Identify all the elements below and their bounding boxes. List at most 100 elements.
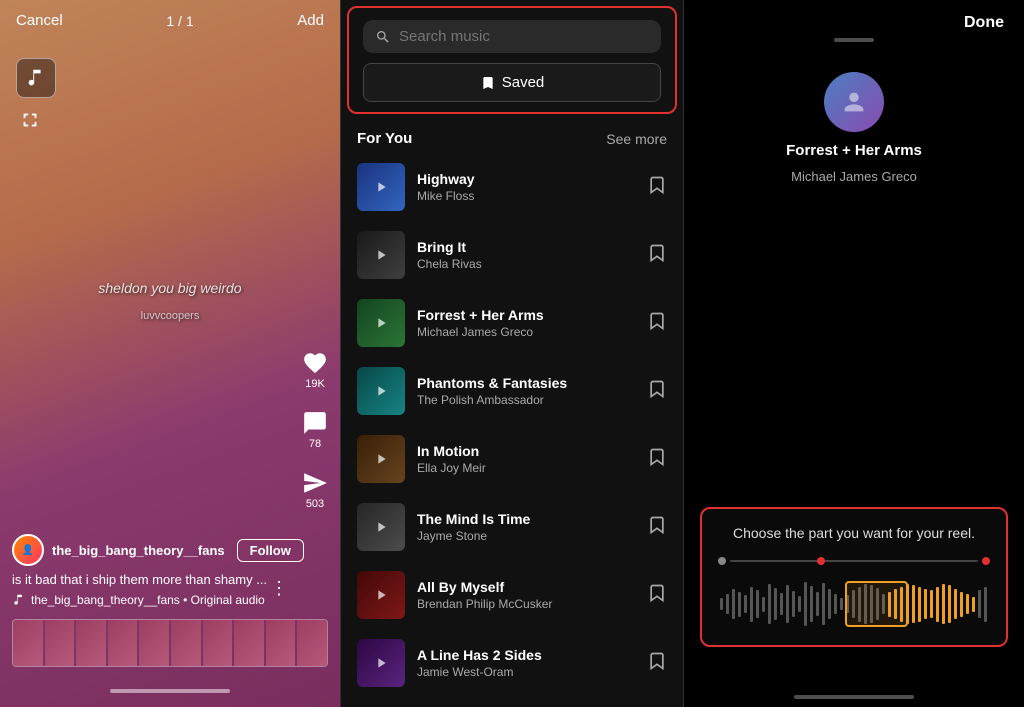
bookmark-outline-icon — [647, 447, 667, 467]
song-title: Bring It — [417, 239, 635, 255]
song-item-6[interactable]: All By Myself Brendan Philip McCusker — [341, 561, 683, 629]
add-button[interactable]: Add — [297, 12, 324, 29]
bookmark-button[interactable] — [647, 583, 667, 608]
caption: is it bad that i ship them more than sha… — [12, 572, 290, 587]
bookmark-button[interactable] — [647, 175, 667, 200]
waveform-bar-18 — [828, 589, 831, 619]
saved-button[interactable]: Saved — [363, 63, 661, 102]
user-row: 👤 the_big_bang_theory__fans Follow — [12, 534, 290, 566]
song-title: In Motion — [417, 443, 635, 459]
song-item-7[interactable]: A Line Has 2 Sides Jamie West-Oram — [341, 629, 683, 697]
progress-dot-left — [718, 557, 726, 565]
cancel-button[interactable]: Cancel — [16, 12, 63, 29]
play-icon — [373, 655, 389, 671]
waveform-bar-4 — [744, 595, 747, 613]
waveform-bar-16 — [816, 592, 819, 616]
share-button[interactable]: 503 — [302, 470, 328, 510]
bottom-info: 👤 the_big_bang_theory__fans Follow is it… — [12, 534, 290, 607]
like-button[interactable]: 19K — [302, 350, 328, 390]
waveform-bar-23 — [858, 587, 861, 622]
more-options-button[interactable]: ⋮ — [270, 578, 288, 599]
overlay-username: luvvcoopers — [141, 310, 200, 322]
see-more-button[interactable]: See more — [606, 131, 667, 147]
play-icon — [373, 383, 389, 399]
like-count: 19K — [305, 378, 325, 390]
song-thumbnail — [357, 231, 405, 279]
play-icon — [373, 519, 389, 535]
progress-row — [718, 557, 990, 565]
filmstrip-frame — [203, 620, 233, 666]
filmstrip-frame — [171, 620, 201, 666]
waveform-bar-6 — [756, 590, 759, 618]
follow-button[interactable]: Follow — [237, 539, 304, 562]
waveform-bar-38 — [948, 585, 951, 623]
song-item-3[interactable]: Phantoms & Fantasies The Polish Ambassad… — [341, 357, 683, 425]
song-item-1[interactable]: Bring It Chela Rivas — [341, 221, 683, 289]
bookmark-button[interactable] — [647, 515, 667, 540]
song-item-0[interactable]: Highway Mike Floss — [341, 153, 683, 221]
play-overlay — [357, 299, 405, 347]
waveform-bar-12 — [792, 591, 795, 617]
filmstrip-frame — [234, 620, 264, 666]
filmstrip-frame — [139, 620, 169, 666]
song-artist: Chela Rivas — [417, 257, 635, 271]
waveform-bar-20 — [840, 598, 843, 610]
comment-button[interactable]: 78 — [302, 410, 328, 450]
song-item-2[interactable]: Forrest + Her Arms Michael James Greco — [341, 289, 683, 357]
waveform-bar-33 — [918, 587, 921, 622]
song-info: A Line Has 2 Sides Jamie West-Oram — [417, 647, 635, 679]
bookmark-outline-icon — [647, 175, 667, 195]
filmstrip-frame — [13, 620, 43, 666]
waveform-bar-39 — [954, 589, 957, 619]
slide-counter: 1 / 1 — [166, 13, 193, 29]
overlay-text: sheldon you big weirdo — [98, 280, 241, 296]
expand-icon — [19, 109, 41, 131]
username-label: the_big_bang_theory__fans — [52, 543, 225, 558]
music-icon-button[interactable] — [16, 58, 56, 98]
expand-icon-button[interactable] — [16, 106, 44, 134]
waveform-bar-2 — [732, 589, 735, 619]
waveform-bar-45 — [990, 589, 991, 619]
search-input[interactable] — [399, 28, 649, 45]
waveform-bar-19 — [834, 594, 837, 614]
bookmark-button[interactable] — [647, 651, 667, 676]
bookmark-outline-icon — [647, 311, 667, 331]
song-item-5[interactable]: The Mind Is Time Jayme Stone — [341, 493, 683, 561]
filmstrip-frame — [266, 620, 296, 666]
song-artist: Brendan Philip McCusker — [417, 597, 635, 611]
song-artist: Jamie West-Oram — [417, 665, 635, 679]
filmstrip-frame — [108, 620, 138, 666]
waveform-bar-3 — [738, 592, 741, 617]
for-you-title: For You — [357, 130, 412, 147]
waveform-bar-21 — [846, 595, 849, 613]
waveform-bar-34 — [924, 589, 927, 619]
progress-thumb[interactable] — [817, 557, 825, 565]
bookmark-button[interactable] — [647, 311, 667, 336]
song-item-4[interactable]: In Motion Ella Joy Meir — [341, 425, 683, 493]
now-playing-title: Forrest + Her Arms — [786, 142, 922, 159]
waveform[interactable] — [718, 579, 990, 629]
waveform-bar-9 — [774, 588, 777, 620]
done-button[interactable]: Done — [964, 14, 1004, 32]
song-title: The Mind Is Time — [417, 511, 635, 527]
progress-line[interactable] — [730, 560, 978, 562]
play-overlay — [357, 503, 405, 551]
music-note-icon — [25, 67, 47, 89]
share-icon — [302, 470, 328, 496]
bookmark-button[interactable] — [647, 243, 667, 268]
play-overlay — [357, 231, 405, 279]
filmstrip-frame — [76, 620, 106, 666]
bookmark-outline-icon — [647, 379, 667, 399]
waveform-bar-40 — [960, 592, 963, 617]
waveform-bar-26 — [876, 588, 879, 620]
avatar: 👤 — [12, 534, 44, 566]
song-thumbnail — [357, 639, 405, 687]
bookmark-button[interactable] — [647, 447, 667, 472]
right-action-icons: 19K 78 503 — [302, 350, 328, 510]
bookmark-button[interactable] — [647, 379, 667, 404]
waveform-bar-29 — [894, 589, 897, 619]
saved-label: Saved — [502, 74, 545, 91]
waveform-bar-1 — [726, 594, 729, 614]
song-item-8[interactable]: Pickin' Lickin' (feat. Ramón Stagnaro) K… — [341, 697, 683, 707]
heart-icon — [302, 350, 328, 376]
